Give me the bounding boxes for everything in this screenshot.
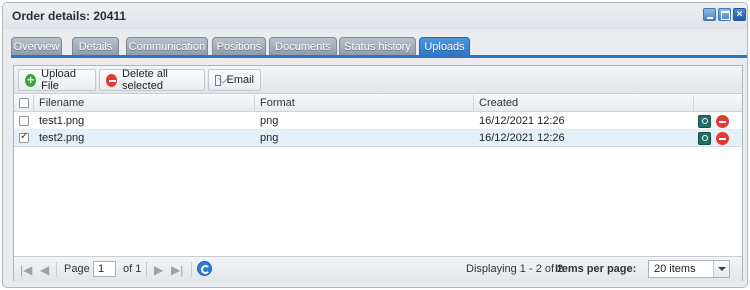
download-icon[interactable] bbox=[698, 132, 711, 145]
upload-file-label: Upload File bbox=[41, 68, 77, 92]
delete-all-selected-button[interactable]: Delete all selected bbox=[99, 68, 205, 92]
tab-positions[interactable]: Positions bbox=[212, 37, 266, 56]
items-per-page-value: 20 items bbox=[654, 263, 696, 275]
email-button[interactable]: Email bbox=[208, 69, 261, 91]
row-filename: test1.png bbox=[39, 115, 85, 127]
first-page-icon[interactable]: |◀ bbox=[20, 263, 32, 277]
display-count-text: Displaying 1 - 2 of 2 bbox=[466, 263, 564, 275]
row-checkbox[interactable] bbox=[19, 116, 29, 126]
tab-overview[interactable]: Overview bbox=[11, 37, 62, 56]
tab-strip-underline bbox=[11, 55, 747, 58]
row-checkbox[interactable] bbox=[19, 131, 29, 143]
window-title: Order details: 20411 bbox=[12, 9, 127, 23]
tab-communication[interactable]: Communication bbox=[126, 37, 208, 56]
row-format: png bbox=[260, 115, 279, 127]
row-format: png bbox=[260, 132, 279, 144]
pager-divider bbox=[191, 262, 192, 277]
row-created: 16/12/2021 12:26 bbox=[479, 115, 565, 127]
email-label: Email bbox=[226, 74, 254, 86]
column-header-filename[interactable]: Filename bbox=[34, 95, 255, 112]
tab-documents[interactable]: Documents bbox=[269, 37, 337, 56]
pagination-bar: |◀ ◀ Page 1 of 1 ▶ ▶| Displaying 1 - 2 o… bbox=[14, 256, 742, 281]
delete-all-selected-label: Delete all selected bbox=[122, 68, 168, 92]
pager-divider bbox=[56, 262, 57, 277]
items-per-page-label: Items per page: bbox=[555, 263, 637, 275]
items-per-page-select[interactable]: 20 items bbox=[648, 260, 730, 278]
pager-divider bbox=[146, 262, 147, 277]
remove-icon[interactable] bbox=[716, 115, 729, 128]
maximize-icon[interactable] bbox=[718, 8, 731, 21]
uploads-panel: + Upload File Delete all selected Email … bbox=[13, 65, 743, 281]
row-created: 16/12/2021 12:26 bbox=[479, 132, 565, 144]
previous-page-icon[interactable]: ◀ bbox=[40, 263, 49, 277]
tab-uploads[interactable]: Uploads bbox=[419, 37, 470, 56]
page-count-label: of 1 bbox=[123, 263, 142, 275]
last-page-icon[interactable]: ▶| bbox=[171, 263, 183, 277]
column-header-actions bbox=[694, 95, 742, 112]
page-label: Page bbox=[64, 263, 90, 275]
tab-details[interactable]: Details bbox=[72, 37, 119, 56]
page-number-input[interactable]: 1 bbox=[93, 261, 116, 277]
column-header-created[interactable]: Created bbox=[474, 95, 694, 112]
chevron-down-icon[interactable] bbox=[713, 261, 729, 277]
tab-bar: Overview Details Communication Positions… bbox=[11, 37, 747, 56]
table-row[interactable]: test1.png png 16/12/2021 12:26 bbox=[14, 113, 742, 130]
order-details-window: Order details: 20411 × Overview Details … bbox=[2, 2, 748, 288]
refresh-icon[interactable] bbox=[197, 261, 212, 276]
select-all-checkbox[interactable] bbox=[19, 98, 29, 108]
upload-file-button[interactable]: + Upload File bbox=[18, 68, 96, 92]
header-select-cell bbox=[14, 95, 34, 112]
column-header-format[interactable]: Format bbox=[255, 95, 474, 112]
row-filename: test2.png bbox=[39, 132, 85, 144]
plus-circle-icon: + bbox=[25, 73, 37, 87]
grid-header: Filename Format Created bbox=[14, 95, 742, 112]
close-icon[interactable]: × bbox=[733, 8, 746, 21]
next-page-icon[interactable]: ▶ bbox=[154, 263, 163, 277]
table-row[interactable]: test2.png png 16/12/2021 12:26 bbox=[14, 130, 742, 147]
minimize-icon[interactable] bbox=[703, 8, 716, 21]
window-titlebar[interactable]: Order details: 20411 × bbox=[3, 3, 747, 29]
envelope-icon bbox=[215, 74, 222, 86]
tab-status-history[interactable]: Status history bbox=[339, 37, 416, 56]
uploads-toolbar: + Upload File Delete all selected Email bbox=[14, 66, 742, 94]
minus-circle-icon bbox=[106, 73, 117, 87]
download-icon[interactable] bbox=[698, 115, 711, 128]
remove-icon[interactable] bbox=[716, 132, 729, 145]
